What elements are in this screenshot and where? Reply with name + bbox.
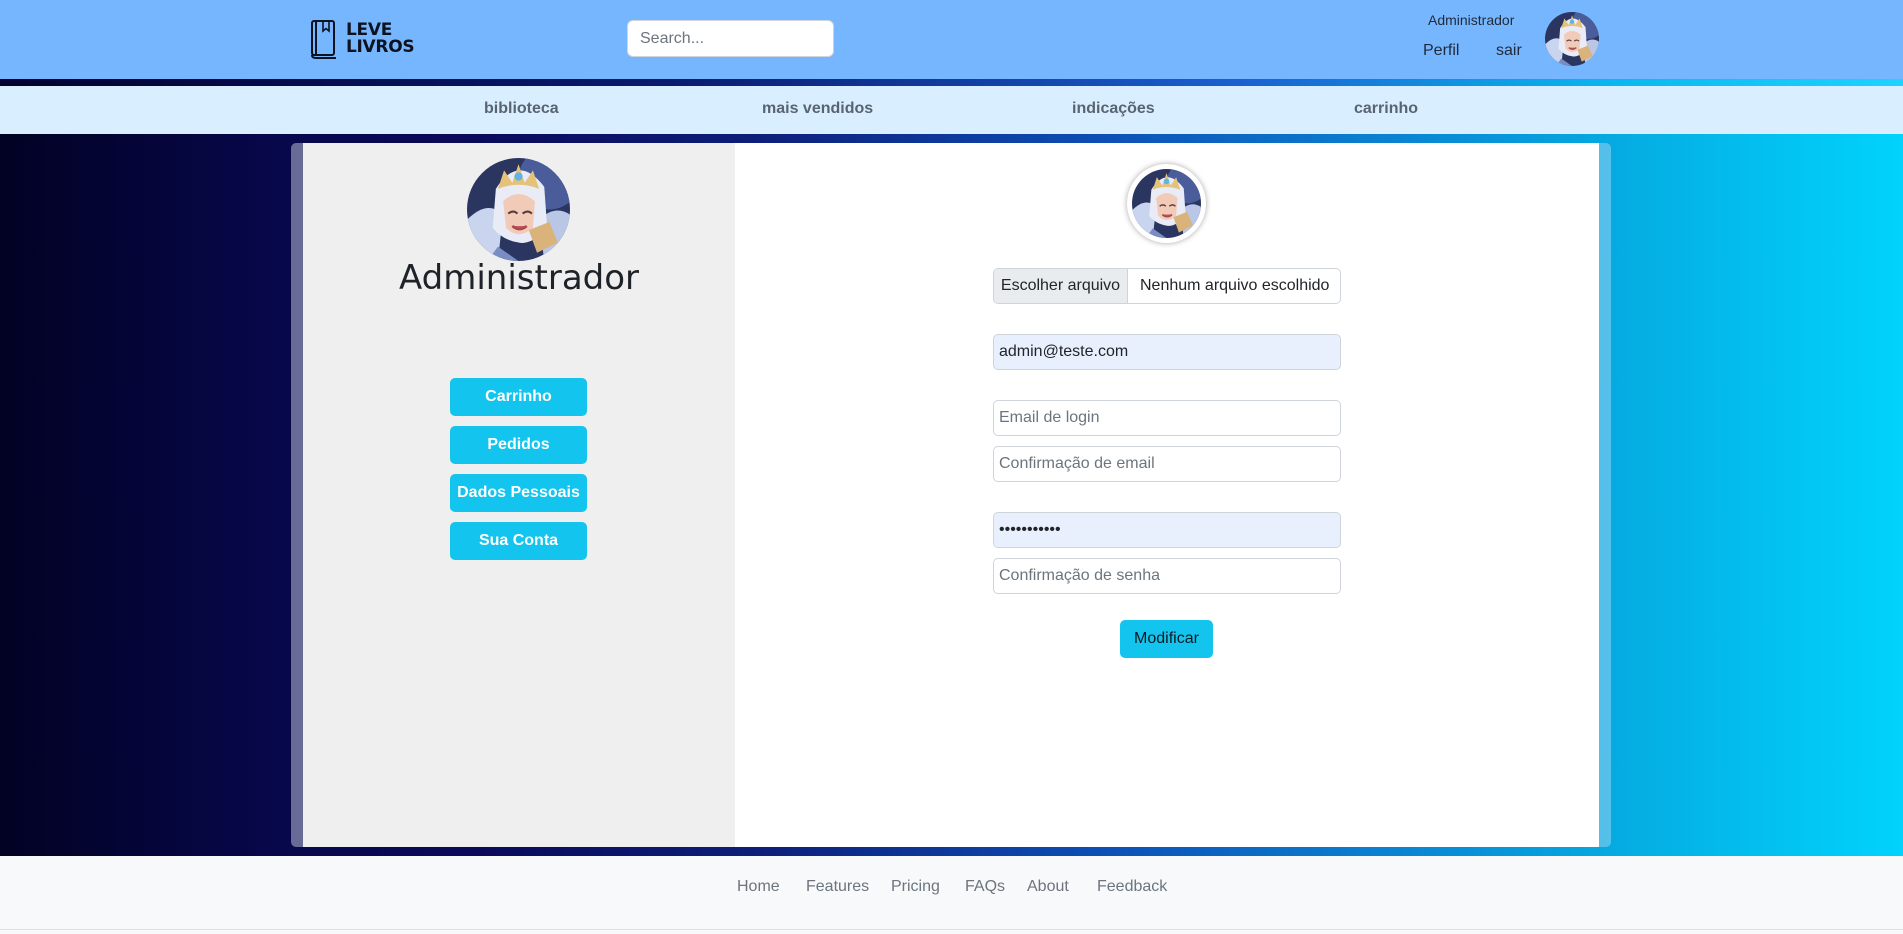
avatar-preview xyxy=(1132,169,1201,238)
search-input[interactable] xyxy=(627,20,834,57)
nav-carrinho[interactable]: carrinho xyxy=(1354,100,1418,118)
carrinho-button[interactable]: Carrinho xyxy=(450,378,587,416)
nav-mais-vendidos[interactable]: mais vendidos xyxy=(762,100,873,118)
footer-divider xyxy=(0,929,1903,930)
user-avatar-icon xyxy=(1132,169,1201,238)
password-field[interactable] xyxy=(993,512,1341,548)
modify-button[interactable]: Modificar xyxy=(1120,620,1213,658)
footer-link-features[interactable]: Features xyxy=(806,878,869,896)
top-header xyxy=(0,0,1903,80)
nav-indicacoes[interactable]: indicações xyxy=(1072,100,1155,118)
user-avatar-icon xyxy=(1545,12,1599,66)
user-avatar-icon xyxy=(467,158,570,261)
footer-link-home[interactable]: Home xyxy=(737,878,780,896)
email-confirm-field[interactable] xyxy=(993,446,1341,482)
nav-biblioteca[interactable]: biblioteca xyxy=(484,100,559,118)
email-login-field[interactable] xyxy=(993,400,1341,436)
site-logo[interactable]: LEVE LIVROS xyxy=(310,18,415,60)
footer-link-about[interactable]: About xyxy=(1027,878,1069,896)
header-user-name: Administrador xyxy=(1428,12,1515,28)
footer-link-feedback[interactable]: Feedback xyxy=(1097,878,1167,896)
sua-conta-button[interactable]: Sua Conta xyxy=(450,522,587,560)
profile-link[interactable]: Perfil xyxy=(1423,42,1459,60)
profile-name-title: Administrador xyxy=(398,258,640,298)
header-gradient-stripe xyxy=(0,79,1903,86)
logout-link[interactable]: sair xyxy=(1496,42,1522,60)
book-icon xyxy=(310,19,340,59)
choose-file-button[interactable]: Escolher arquivo xyxy=(994,269,1128,303)
sidebar-avatar xyxy=(467,158,570,261)
account-form-panel xyxy=(735,143,1599,847)
page-footer: Home Features Pricing FAQs About Feedbac… xyxy=(0,856,1903,934)
footer-link-pricing[interactable]: Pricing xyxy=(891,878,940,896)
file-status-text: Nenhum arquivo escolhido xyxy=(1140,277,1330,294)
current-email-field[interactable] xyxy=(993,334,1341,370)
dados-pessoais-button[interactable]: Dados Pessoais xyxy=(450,474,587,512)
category-nav: biblioteca mais vendidos indicações carr… xyxy=(0,86,1903,134)
logo-line-2: LIVROS xyxy=(346,37,415,57)
footer-link-faqs[interactable]: FAQs xyxy=(965,878,1005,896)
password-confirm-field[interactable] xyxy=(993,558,1341,594)
pedidos-button[interactable]: Pedidos xyxy=(450,426,587,464)
avatar-file-input[interactable]: Escolher arquivo Nenhum arquivo escolhid… xyxy=(993,268,1341,304)
logo-text: LEVE LIVROS xyxy=(346,22,415,57)
header-avatar[interactable] xyxy=(1545,12,1599,66)
